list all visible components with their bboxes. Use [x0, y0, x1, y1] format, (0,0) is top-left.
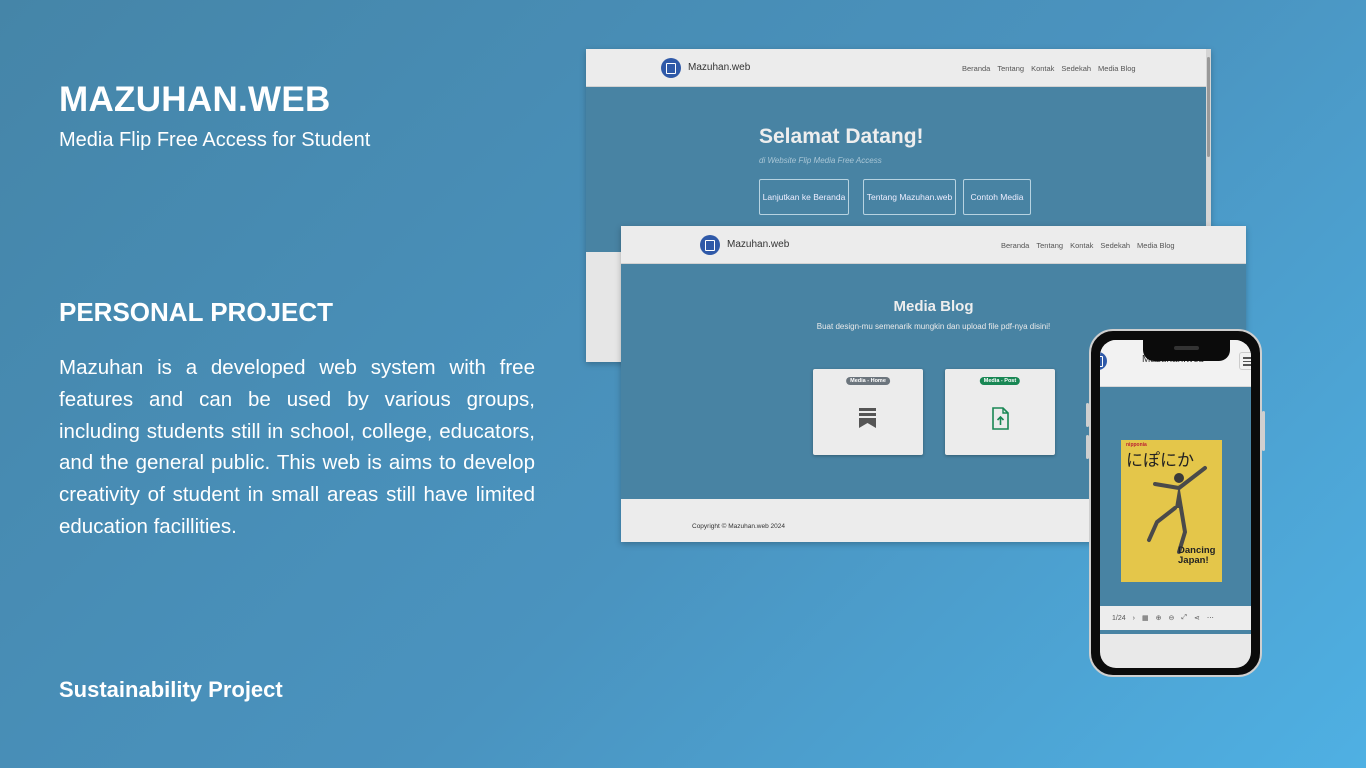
hero-subtitle: di Website Flip Media Free Access: [759, 156, 882, 165]
dancer-illustration: [1147, 466, 1207, 554]
file-upload-icon: [992, 407, 1009, 430]
brand-name[interactable]: Mazuhan.web: [727, 239, 789, 250]
magazine-cover[interactable]: nipponia にぽにか Dancing Japan!: [1121, 440, 1222, 582]
continue-button[interactable]: Lanjutkan ke Beranda: [759, 179, 849, 215]
phone-side-button: [1262, 411, 1265, 451]
media-post-card[interactable]: Media - Post: [945, 369, 1055, 455]
media-home-badge: Media - Home: [846, 377, 890, 385]
about-button[interactable]: Tentang Mazuhan.web: [863, 179, 956, 215]
magazine-headline: Dancing Japan!: [1178, 545, 1216, 566]
phone-side-button: [1086, 403, 1089, 427]
nav-kontak[interactable]: Kontak: [1070, 241, 1093, 250]
phone-screen: Mazuhan.web nipponia にぽにか Dancing J: [1100, 340, 1251, 668]
grid-view-icon[interactable]: ▦: [1142, 614, 1149, 622]
nav-sedekah[interactable]: Sedekah: [1100, 241, 1130, 250]
nav-tentang[interactable]: Tentang: [997, 64, 1024, 73]
hero-title: Selamat Datang!: [759, 125, 924, 148]
nav-media-blog[interactable]: Media Blog: [1137, 241, 1175, 250]
media-post-badge: Media - Post: [979, 377, 1021, 385]
media-home-card[interactable]: Media - Home: [813, 369, 923, 455]
nav-beranda[interactable]: Beranda: [962, 64, 990, 73]
phone-footer-strip: [1100, 630, 1251, 634]
zoom-in-icon[interactable]: ⊕: [1156, 614, 1162, 622]
copyright-text: Copyright © Mazuhan.web 2024: [692, 523, 785, 530]
blog-title: Media Blog: [893, 298, 974, 315]
nav-beranda[interactable]: Beranda: [1001, 241, 1029, 250]
nav-sedekah[interactable]: Sedekah: [1061, 64, 1091, 73]
navbar: Mazuhan.web Beranda Tentang Kontak Sedek…: [586, 49, 1211, 87]
navbar: Mazuhan.web Beranda Tentang Kontak Sedek…: [621, 226, 1246, 264]
page-indicator: 1/24: [1112, 614, 1126, 622]
brand-name[interactable]: Mazuhan.web: [688, 62, 750, 73]
phone-notch: [1143, 340, 1230, 361]
logo-icon[interactable]: [1100, 352, 1107, 370]
project-title: MAZUHAN.WEB: [59, 80, 331, 119]
nav-links: Beranda Tentang Kontak Sedekah Media Blo…: [1001, 241, 1175, 250]
zoom-out-icon[interactable]: ⊖: [1168, 614, 1174, 622]
fullscreen-icon[interactable]: ⤢: [1181, 614, 1187, 622]
share-icon[interactable]: ⋖: [1194, 614, 1200, 622]
project-description: Mazuhan is a developed web system with f…: [59, 356, 535, 538]
phone-side-button: [1086, 435, 1089, 459]
flipbook-toolbar: 1/24 › ▦ ⊕ ⊖ ⤢ ⋖ ⋯: [1100, 606, 1251, 630]
blog-subtitle: Buat design-mu semenarik mungkin dan upl…: [816, 322, 1051, 331]
section-title: PERSONAL PROJECT: [59, 297, 334, 327]
footer-label: Sustainability Project: [59, 677, 283, 702]
nav-kontak[interactable]: Kontak: [1031, 64, 1054, 73]
logo-icon[interactable]: [700, 235, 720, 255]
menu-icon[interactable]: [1239, 352, 1251, 370]
nav-links: Beranda Tentang Kontak Sedekah Media Blo…: [962, 64, 1136, 73]
nav-media-blog[interactable]: Media Blog: [1098, 64, 1136, 73]
next-page-icon[interactable]: ›: [1133, 615, 1135, 622]
logo-icon[interactable]: [661, 58, 681, 78]
phone-mockup: Mazuhan.web nipponia にぽにか Dancing J: [1086, 329, 1265, 677]
more-icon[interactable]: ⋯: [1207, 614, 1214, 622]
flipbook-viewer[interactable]: nipponia にぽにか Dancing Japan!: [1100, 387, 1251, 606]
example-media-button[interactable]: Contoh Media: [963, 179, 1031, 215]
project-subtitle: Media Flip Free Access for Student: [59, 129, 371, 151]
bookmark-icon: [859, 408, 876, 428]
scrollbar-thumb[interactable]: [1207, 57, 1210, 157]
nav-tentang[interactable]: Tentang: [1036, 241, 1063, 250]
